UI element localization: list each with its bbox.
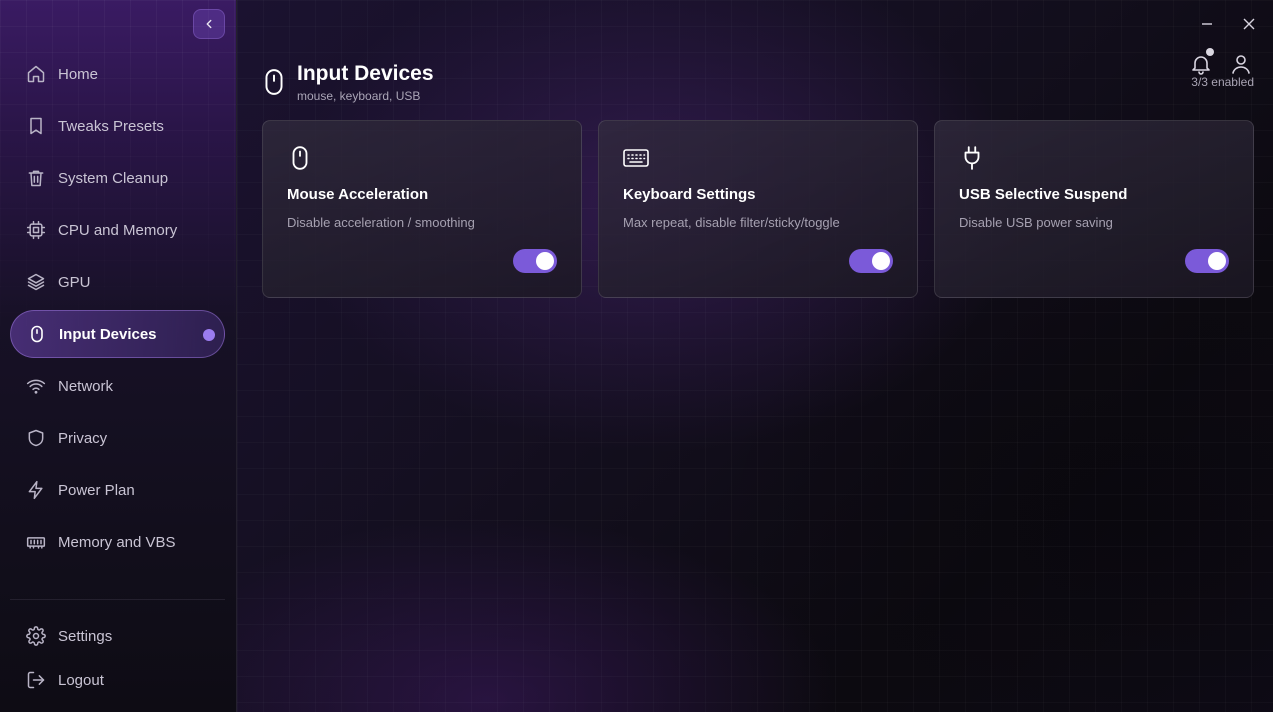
sidebar-item-tweaks-presets[interactable]: Tweaks Presets — [10, 102, 225, 150]
sidebar-item-settings[interactable]: Settings — [10, 614, 225, 658]
bookmark-icon — [26, 116, 46, 136]
notifications-button[interactable] — [1189, 48, 1214, 76]
minimize-icon — [1202, 23, 1212, 25]
shield-icon — [26, 428, 46, 448]
sidebar-item-label: Input Devices — [59, 325, 157, 343]
sidebar-item-network[interactable]: Network — [10, 362, 225, 410]
close-button[interactable] — [1239, 14, 1259, 34]
cpu-icon — [26, 220, 46, 240]
window-controls — [1197, 14, 1259, 34]
card-usb-selective-suspend: USB Selective Suspend Disable USB power … — [934, 120, 1254, 298]
mouse-icon — [27, 324, 47, 344]
card-description: Disable acceleration / smoothing — [287, 215, 475, 230]
sidebar-bottom-nav: Settings Logout — [10, 614, 225, 702]
sidebar-item-label: Settings — [58, 627, 113, 645]
sidebar-item-system-cleanup[interactable]: System Cleanup — [10, 154, 225, 202]
keyboard-settings-toggle[interactable] — [849, 249, 893, 273]
sidebar-item-label: Memory and VBS — [58, 533, 176, 551]
sidebar: Home Tweaks Presets System Cleanup CPU a… — [0, 0, 237, 712]
usb-selective-suspend-toggle[interactable] — [1185, 249, 1229, 273]
mouse-acceleration-toggle[interactable] — [513, 249, 557, 273]
sidebar-item-label: System Cleanup — [58, 169, 169, 187]
toggle-knob — [872, 252, 890, 270]
card-mouse-acceleration: Mouse Acceleration Disable acceleration … — [262, 120, 582, 298]
memory-icon — [26, 532, 46, 552]
page-header: Input Devices mouse, keyboard, USB — [261, 62, 434, 103]
sidebar-nav: Home Tweaks Presets System Cleanup CPU a… — [10, 50, 225, 570]
collapse-sidebar-button[interactable] — [193, 9, 225, 39]
card-keyboard-settings: Keyboard Settings Max repeat, disable fi… — [598, 120, 918, 298]
sidebar-item-cpu-and-memory[interactable]: CPU and Memory — [10, 206, 225, 254]
minimize-button[interactable] — [1197, 14, 1217, 34]
chevron-left-icon — [206, 19, 212, 29]
sidebar-item-label: Power Plan — [58, 481, 135, 499]
layers-icon — [26, 272, 46, 292]
sidebar-item-label: GPU — [58, 273, 91, 291]
sidebar-item-label: Privacy — [58, 429, 108, 447]
close-icon — [1243, 18, 1255, 30]
sidebar-divider — [10, 599, 225, 600]
sidebar-item-label: Network — [58, 377, 114, 395]
main-content: 3/3 enabled Input Devices mouse, keyboar… — [237, 0, 1273, 712]
sidebar-item-label: Logout — [58, 671, 104, 689]
page-title: Input Devices — [297, 62, 434, 85]
profile-button[interactable] — [1229, 52, 1253, 76]
app-window: Home Tweaks Presets System Cleanup CPU a… — [0, 0, 1273, 712]
sidebar-item-label: Tweaks Presets — [58, 117, 164, 135]
sidebar-item-power-plan[interactable]: Power Plan — [10, 466, 225, 514]
page-subtitle: mouse, keyboard, USB — [297, 89, 421, 103]
card-description: Max repeat, disable filter/sticky/toggle — [623, 215, 840, 230]
sidebar-item-label: Home — [58, 65, 99, 83]
sidebar-item-home[interactable]: Home — [10, 50, 225, 98]
tweak-cards: Mouse Acceleration Disable acceleration … — [262, 120, 1254, 298]
enabled-count: 3/3 enabled — [1191, 75, 1254, 89]
user-icon — [1232, 55, 1250, 74]
sidebar-item-memory-and-vbs[interactable]: Memory and VBS — [10, 518, 225, 566]
sidebar-item-label: CPU and Memory — [58, 221, 178, 239]
wifi-icon — [26, 376, 46, 396]
sidebar-item-privacy[interactable]: Privacy — [10, 414, 225, 462]
mouse-icon — [265, 69, 283, 95]
home-icon — [26, 64, 46, 84]
card-title: Keyboard Settings — [623, 186, 756, 203]
card-description: Disable USB power saving — [959, 215, 1113, 230]
sidebar-item-gpu[interactable]: GPU — [10, 258, 225, 306]
sidebar-item-logout[interactable]: Logout — [10, 658, 225, 702]
keyboard-icon — [623, 149, 649, 167]
header-actions — [1189, 48, 1253, 76]
gear-icon — [26, 626, 46, 646]
lightning-icon — [26, 480, 46, 500]
toggle-knob — [536, 252, 554, 270]
notification-dot — [1206, 48, 1214, 56]
card-title: USB Selective Suspend — [959, 186, 1128, 203]
card-title: Mouse Acceleration — [287, 186, 429, 203]
logout-icon — [26, 670, 46, 690]
mouse-icon — [292, 146, 308, 170]
active-indicator-dot — [203, 329, 215, 341]
sidebar-item-input-devices[interactable]: Input Devices — [10, 310, 225, 358]
trash-icon — [26, 168, 46, 188]
plug-icon — [964, 146, 980, 170]
toggle-knob — [1208, 252, 1226, 270]
